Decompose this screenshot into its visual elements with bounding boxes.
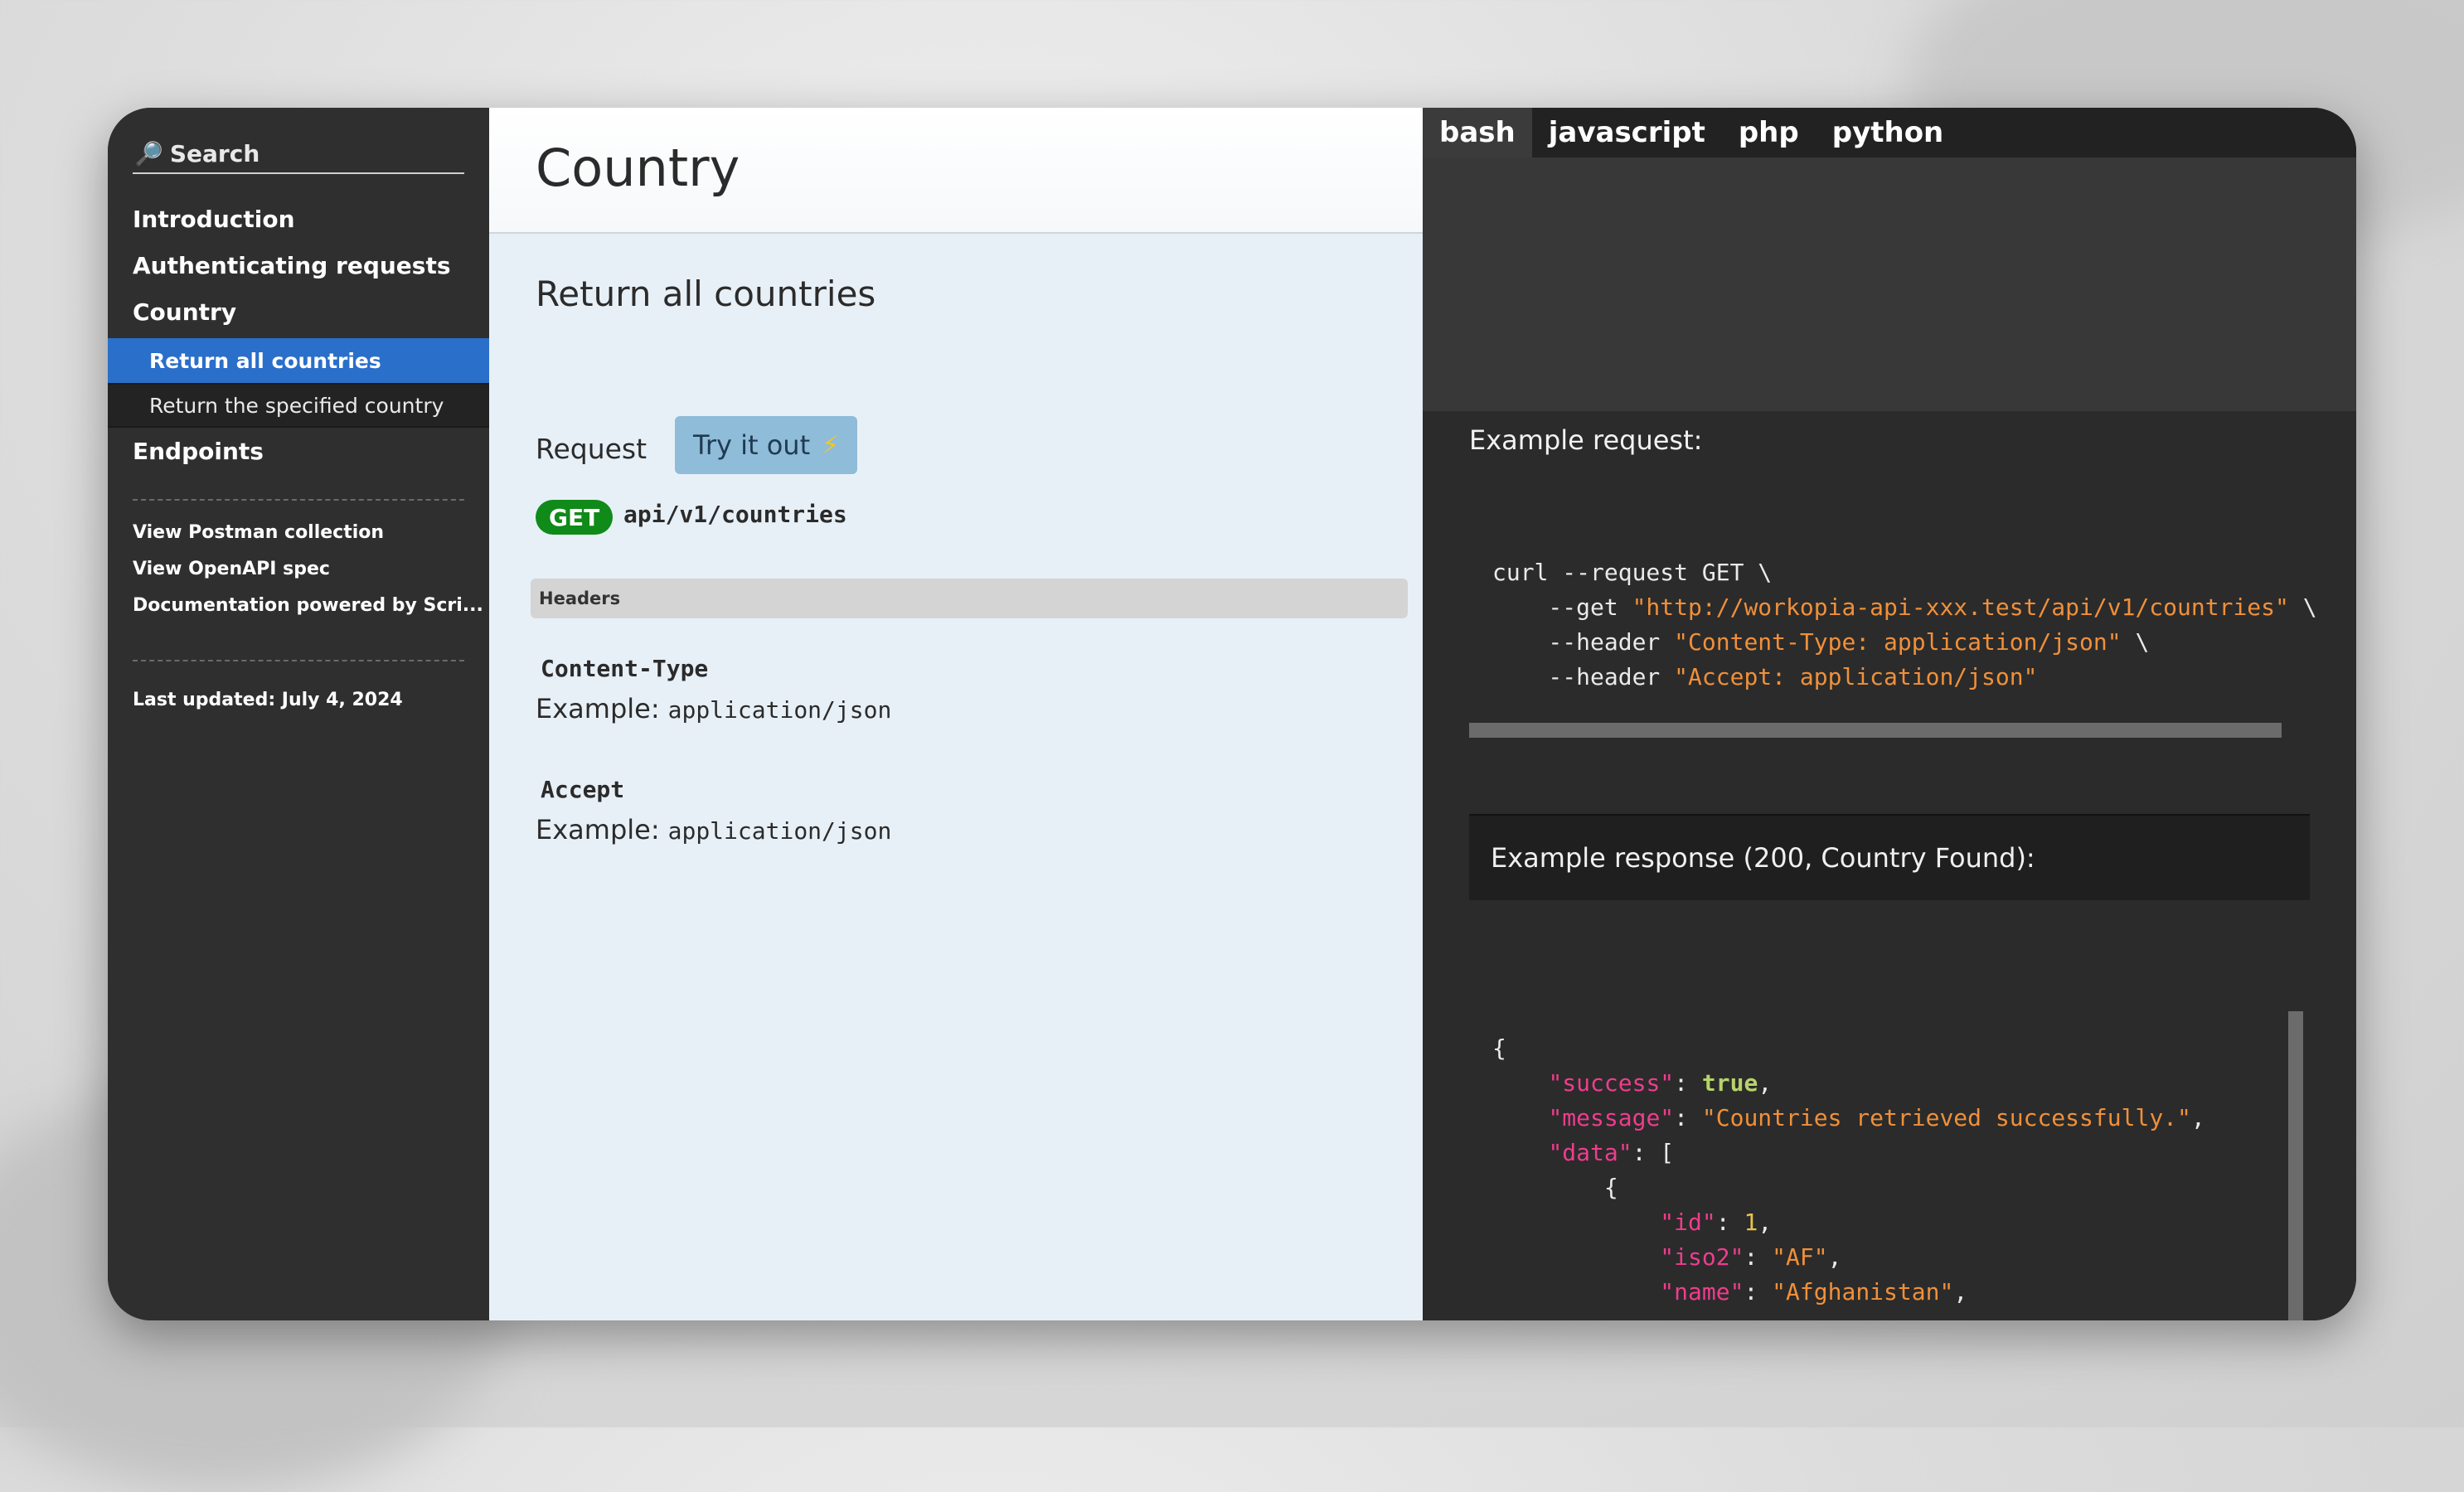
- divider: [133, 499, 464, 501]
- last-updated-text: Last updated: July 4, 2024: [133, 690, 403, 710]
- main-content: Country Return all countries Request Try…: [489, 108, 1423, 1320]
- code-key: "success": [1548, 1069, 1675, 1097]
- http-method-badge: GET: [536, 500, 614, 535]
- documentation-powered-by-link[interactable]: Documentation powered by Scri...: [133, 595, 483, 616]
- code-string: "Accept: application/json": [1674, 663, 2038, 690]
- code-panel: bash javascript php python Example reque…: [1423, 108, 2356, 1320]
- tab-javascript[interactable]: javascript: [1532, 108, 1722, 157]
- tab-python[interactable]: python: [1816, 108, 1961, 157]
- code-key: "iso2": [1660, 1243, 1744, 1271]
- code-string: "Afghanistan": [1772, 1278, 1954, 1306]
- header-name: Accept: [541, 776, 625, 803]
- sidebar-item-return-all-countries[interactable]: Return all countries: [108, 338, 489, 383]
- try-it-out-label: Try it out: [693, 429, 811, 461]
- page-header: Country: [489, 108, 1423, 234]
- example-response-label: Example response (200, Country Found):: [1469, 814, 2310, 900]
- code-number: 1: [1744, 1209, 1758, 1236]
- request-label: Request: [536, 433, 648, 465]
- language-tabs: bash javascript php python: [1423, 108, 2356, 157]
- try-it-out-button[interactable]: Try it out ⚡: [675, 416, 858, 474]
- header-example-label: Example:: [536, 814, 660, 845]
- example-response-code: { "success": true, "message": "Countries…: [1492, 1034, 2205, 1306]
- code-line: curl --request GET \: [1492, 559, 1773, 586]
- header-example: Example: application/json: [536, 814, 891, 845]
- header-example-value: application/json: [667, 696, 892, 724]
- sidebar: 🔎 Search Introduction Authenticating req…: [108, 108, 489, 1320]
- vertical-scrollbar[interactable]: [2288, 1011, 2303, 1320]
- sidebar-item-authenticating-requests[interactable]: Authenticating requests: [133, 252, 451, 279]
- page-title: Country: [536, 138, 740, 198]
- search-placeholder: Search: [169, 139, 260, 167]
- code-panel-header-area: [1423, 157, 2356, 411]
- code-key: "name": [1660, 1278, 1744, 1306]
- section-title: Return all countries: [536, 274, 876, 314]
- header-example-value: application/json: [667, 817, 892, 845]
- code-line: --header: [1492, 663, 1675, 690]
- code-key: "message": [1548, 1104, 1675, 1131]
- sidebar-item-return-specified-country[interactable]: Return the specified country: [108, 383, 489, 428]
- sidebar-item-introduction[interactable]: Introduction: [133, 206, 295, 233]
- code-line-cont: \: [2288, 593, 2317, 621]
- header-example: Example: application/json: [536, 693, 891, 724]
- example-request-code: curl --request GET \ --get "http://worko…: [1492, 555, 2317, 695]
- app-window: 🔎 Search Introduction Authenticating req…: [108, 108, 2356, 1320]
- code-string: "AF": [1772, 1243, 1828, 1271]
- code-line: --header: [1492, 628, 1675, 656]
- sidebar-item-country[interactable]: Country: [133, 298, 236, 326]
- code-key: "id": [1660, 1209, 1716, 1236]
- lightning-icon: ⚡: [822, 430, 840, 460]
- example-request-label: Example request:: [1469, 424, 1703, 456]
- search-input[interactable]: 🔎 Search: [133, 134, 464, 174]
- search-icon: 🔎: [134, 139, 163, 167]
- headers-section-header: Headers: [531, 579, 1408, 618]
- endpoint-path: api/v1/countries: [623, 501, 847, 528]
- code-token: {: [1492, 1034, 1506, 1062]
- openapi-spec-link[interactable]: View OpenAPI spec: [133, 559, 330, 579]
- postman-collection-link[interactable]: View Postman collection: [133, 522, 384, 543]
- divider: [133, 660, 464, 661]
- tab-bash[interactable]: bash: [1423, 108, 1532, 157]
- code-string: "Content-Type: application/json": [1674, 628, 2122, 656]
- sidebar-item-endpoints[interactable]: Endpoints: [133, 438, 264, 465]
- header-example-label: Example:: [536, 693, 660, 724]
- code-string: "http://workopia-api-xxx.test/api/v1/cou…: [1632, 593, 2289, 621]
- code-line: --get: [1492, 593, 1632, 621]
- header-name: Content-Type: [541, 655, 709, 682]
- horizontal-scrollbar[interactable]: [1469, 723, 2282, 738]
- code-line-cont: \: [2121, 628, 2150, 656]
- tab-php[interactable]: php: [1722, 108, 1816, 157]
- code-bool: true: [1701, 1069, 1758, 1097]
- code-string: "Countries retrieved successfully.": [1701, 1104, 2191, 1131]
- code-key: "data": [1548, 1139, 1632, 1166]
